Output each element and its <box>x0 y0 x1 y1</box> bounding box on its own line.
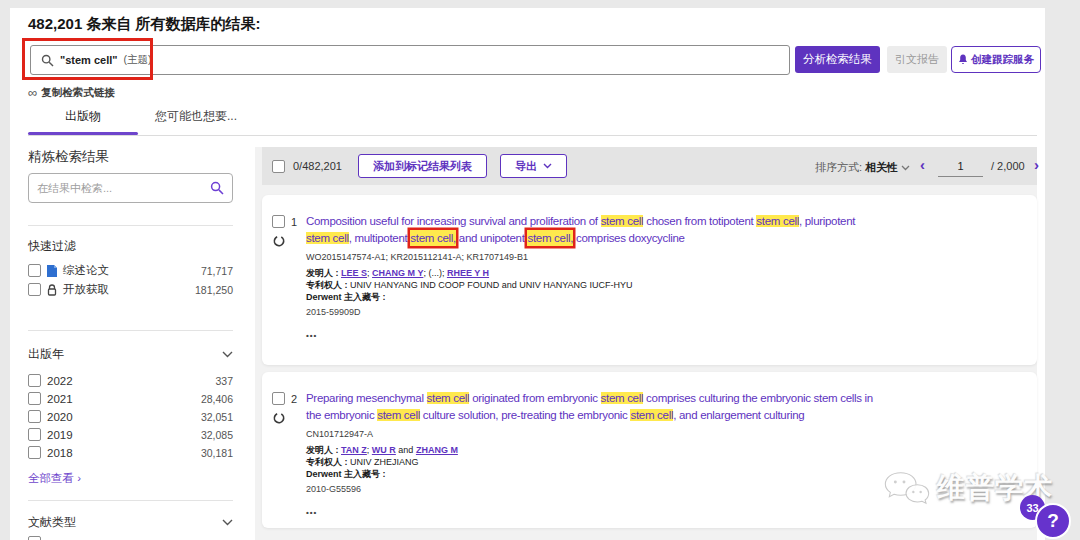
refine-title: 精炼检索结果 <box>28 148 109 166</box>
checkbox[interactable] <box>28 446 41 459</box>
checkbox[interactable] <box>28 392 41 405</box>
review-doc-icon <box>47 265 57 277</box>
result-title-link[interactable]: Composition useful for increasing surviv… <box>306 213 996 247</box>
filter-open-access[interactable]: 开放获取 181,250 <box>28 282 233 297</box>
sort-control[interactable]: 排序方式: 相关性 <box>815 160 910 175</box>
pub-year-header[interactable]: 出版年 <box>28 346 233 363</box>
divider <box>28 500 233 501</box>
citation-report-button[interactable]: 引文报告 <box>887 46 947 73</box>
patent-numbers: WO2015147574-A1; KR2015112141-A; KR17071… <box>306 252 1021 262</box>
filter-year-2022[interactable]: 2022 337 <box>28 374 233 387</box>
result-select-col: 2 <box>272 392 306 528</box>
result-checkbox[interactable] <box>272 392 285 405</box>
page-input[interactable]: 1 <box>938 155 983 177</box>
checkbox[interactable] <box>28 428 41 441</box>
select-all-checkbox[interactable] <box>272 160 285 173</box>
quick-filter-title: 快速过滤 <box>28 238 76 255</box>
tab-publications[interactable]: 出版物 <box>28 108 138 125</box>
citation-ring-icon[interactable] <box>273 235 285 247</box>
more-dots[interactable]: ••• <box>306 331 1021 340</box>
page-title: 482,201 条来自 所有数据库的结果: <box>28 15 261 34</box>
more-dots[interactable]: ••• <box>306 508 1021 517</box>
divider <box>28 225 233 226</box>
search-icon[interactable] <box>210 181 224 195</box>
open-access-lock-icon <box>47 284 57 296</box>
tab-suggestions[interactable]: 您可能也想要... <box>155 108 237 125</box>
filter-review-articles[interactable]: 综述论文 71,717 <box>28 263 233 278</box>
help-button[interactable]: ? <box>1035 503 1071 539</box>
result-select-col: 1 <box>272 215 306 365</box>
result-title-link[interactable]: Preparing mesenchymal stem cell originat… <box>306 390 996 424</box>
checkbox[interactable] <box>28 264 41 277</box>
filter-year-2021[interactable]: 2021 28,406 <box>28 392 233 405</box>
see-all-link[interactable]: 全部查看 › <box>28 471 81 486</box>
result-content: Preparing mesenchymal stem cell originat… <box>306 392 1021 528</box>
bell-icon <box>958 54 968 65</box>
derwent-number: 2010-G55596 <box>306 484 1021 494</box>
add-to-marked-button[interactable]: 添加到标记结果列表 <box>358 154 487 178</box>
filter-year-2018[interactable]: 2018 30,181 <box>28 446 233 459</box>
result-index: 1 <box>291 216 297 228</box>
results-page: 482,201 条来自 所有数据库的结果: "stem cell" (主题) 分… <box>10 8 1045 540</box>
chevron-down-icon <box>543 163 552 169</box>
create-alert-button[interactable]: 创建跟踪服务 <box>951 46 1041 73</box>
filter-year-2020[interactable]: 2020 32,051 <box>28 410 233 423</box>
derwent-label-line: Derwent 主入藏号 : <box>306 291 1021 303</box>
annotation-box-search <box>22 38 153 80</box>
result-content: Composition useful for increasing surviv… <box>306 215 1021 365</box>
citation-ring-icon[interactable] <box>273 412 285 424</box>
checkbox[interactable] <box>28 283 41 296</box>
result-index: 2 <box>291 393 297 405</box>
page-total: / 2,000 <box>991 160 1025 172</box>
result-checkbox[interactable] <box>272 215 285 228</box>
tabs-divider <box>28 135 1037 136</box>
checkbox[interactable] <box>28 410 41 423</box>
assignee-line: 专利权人 : UNIV HANYANG IND COOP FOUND and U… <box>306 279 1021 291</box>
refine-search-input[interactable]: 在结果中检索... <box>28 173 233 203</box>
chevron-down-icon <box>901 165 910 171</box>
link-icon: ∞ <box>28 88 37 98</box>
chevron-down-icon <box>222 351 233 358</box>
copy-search-link[interactable]: ∞ 复制检索式链接 <box>28 86 115 100</box>
next-page-button[interactable]: › <box>1034 156 1039 173</box>
divider <box>28 330 233 331</box>
checkbox[interactable] <box>28 374 41 387</box>
prev-page-button[interactable]: ‹ <box>920 156 925 173</box>
assignee-line: 专利权人 : UNIV ZHEJIANG <box>306 456 1021 468</box>
result-item-1: 1 Composition useful for increasing surv… <box>262 195 1037 365</box>
doc-type-header[interactable]: 文献类型 <box>28 514 233 531</box>
result-item-2: 2 Preparing mesenchymal stem cell origin… <box>262 372 1037 528</box>
results-toolbar: 0/482,201 添加到标记结果列表 导出 排序方式: 相关性 ‹ 1 / 2… <box>262 147 1037 185</box>
derwent-number: 2015-59909D <box>306 307 1021 317</box>
filter-partial[interactable] <box>28 536 233 540</box>
derwent-label-line: Derwent 主入藏号 : <box>306 468 1021 480</box>
results-tabs: 出版物 您可能也想要... <box>28 108 237 125</box>
export-button[interactable]: 导出 <box>500 154 567 178</box>
checkbox[interactable] <box>28 536 41 540</box>
inventors-line: 发明人 : TAN Z; WU R and ZHANG M <box>306 444 1021 456</box>
inventors-line: 发明人 : LEE S; CHANG M Y; (...); RHEE Y H <box>306 267 1021 279</box>
patent-numbers: CN101712947-A <box>306 429 1021 439</box>
chevron-down-icon <box>222 519 233 526</box>
selected-count: 0/482,201 <box>293 160 342 172</box>
results-panel: 0/482,201 添加到标记结果列表 导出 排序方式: 相关性 ‹ 1 / 2… <box>255 147 1037 540</box>
filter-year-2019[interactable]: 2019 32,085 <box>28 428 233 441</box>
analyze-results-button[interactable]: 分析检索结果 <box>795 46 880 73</box>
